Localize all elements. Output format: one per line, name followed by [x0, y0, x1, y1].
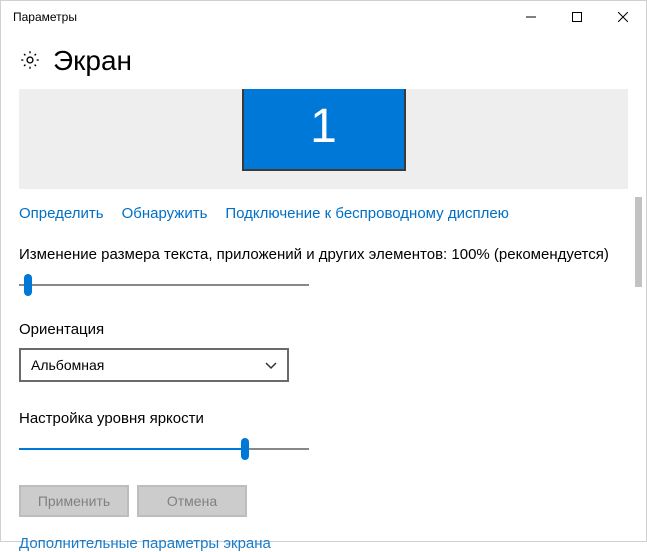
monitor-number: 1: [310, 99, 337, 154]
scale-slider[interactable]: [19, 273, 309, 297]
page-header: Экран: [19, 45, 628, 77]
orientation-value: Альбомная: [31, 357, 104, 373]
wireless-display-link[interactable]: Подключение к беспроводному дисплею: [225, 205, 509, 222]
minimize-button[interactable]: [508, 1, 554, 33]
brightness-slider-thumb[interactable]: [241, 438, 249, 460]
identify-link[interactable]: Определить: [19, 205, 104, 222]
cancel-button: Отмена: [137, 485, 247, 517]
apply-button: Применить: [19, 485, 129, 517]
scrollbar-thumb[interactable]: [635, 197, 642, 287]
monitor-1[interactable]: 1: [242, 89, 406, 171]
orientation-select[interactable]: Альбомная: [19, 348, 289, 382]
brightness-slider[interactable]: [19, 437, 309, 461]
close-button[interactable]: [600, 1, 646, 33]
chevron-down-icon: [265, 357, 277, 373]
window-title: Параметры: [13, 10, 77, 24]
brightness-label: Настройка уровня яркости: [19, 410, 628, 427]
scrollbar[interactable]: [632, 89, 642, 531]
advanced-display-link[interactable]: Дополнительные параметры экрана: [19, 535, 628, 552]
scale-label: Изменение размера текста, приложений и д…: [19, 246, 628, 263]
display-preview: 1: [19, 89, 628, 189]
scale-slider-thumb[interactable]: [24, 274, 32, 296]
titlebar: Параметры: [1, 1, 646, 33]
detect-link[interactable]: Обнаружить: [122, 205, 208, 222]
gear-icon: [19, 49, 41, 74]
page-title: Экран: [53, 45, 132, 77]
orientation-label: Ориентация: [19, 321, 628, 338]
maximize-button[interactable]: [554, 1, 600, 33]
